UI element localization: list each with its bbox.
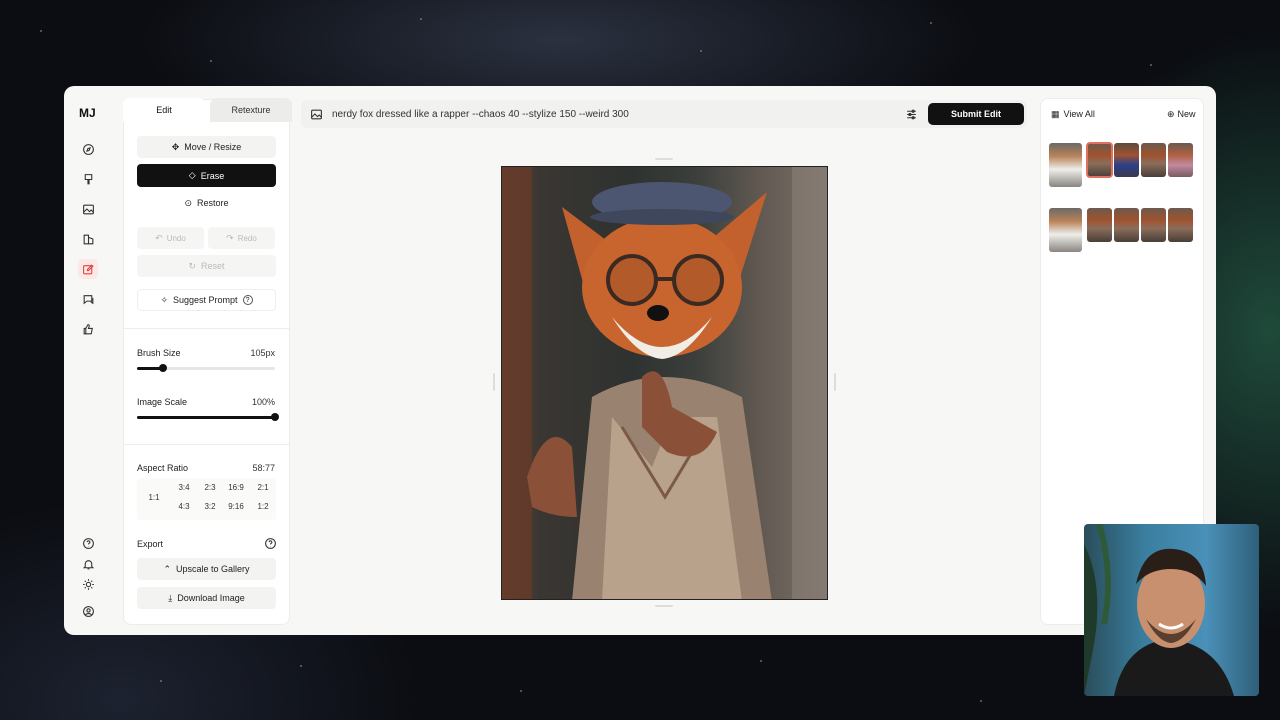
ratio-option[interactable]: 3:2 (200, 502, 220, 511)
resize-handle-bottom[interactable] (655, 605, 673, 607)
image-scale-label: Image Scale (137, 397, 188, 407)
reset-icon: ↻ (188, 260, 197, 271)
undo-label: Undo (166, 233, 186, 243)
prompt-bar: nerdy fox dressed like a rapper --chaos … (301, 100, 1027, 128)
download-button[interactable]: ⤓ Download Image (137, 587, 276, 609)
view-all-label: View All (1063, 109, 1095, 119)
help-icon[interactable]: ? (242, 295, 253, 305)
ratio-option[interactable]: 9:16 (226, 502, 246, 511)
tab-edit[interactable]: Edit (123, 98, 205, 122)
new-button[interactable]: ⊕ New (1167, 109, 1196, 119)
left-rail: MJ (64, 86, 112, 635)
redo-label: Redo (237, 233, 257, 243)
ratio-option[interactable]: 1:1 (144, 493, 164, 502)
ratio-option[interactable]: 1:2 (253, 502, 273, 511)
image-icon[interactable] (78, 199, 98, 219)
ratio-option[interactable]: 2:3 (200, 483, 220, 492)
export-label: Export (137, 539, 164, 549)
grid-icon: ▦ (1051, 108, 1060, 119)
submit-edit-button[interactable]: Submit Edit (928, 103, 1024, 125)
resize-handle-top[interactable] (655, 158, 673, 160)
thumbs-up-icon[interactable] (78, 319, 98, 339)
layers-icon[interactable] (78, 229, 98, 249)
reset-button[interactable]: ↻ Reset (137, 255, 276, 277)
restore-label: Restore (197, 198, 229, 208)
user-icon[interactable] (78, 601, 98, 621)
resize-handle-right[interactable] (834, 373, 836, 391)
fox-image (502, 167, 827, 599)
tab-retexture[interactable]: Retexture (210, 98, 292, 122)
sparkle-icon: ✧ (160, 294, 168, 305)
brush-size-slider[interactable] (137, 364, 275, 372)
edit-canvas[interactable] (501, 166, 828, 600)
compass-icon[interactable] (78, 139, 98, 159)
suggest-prompt-button[interactable]: ✧ Suggest Prompt ? (137, 289, 276, 311)
image-scale-fill (137, 416, 275, 419)
aspect-ratio-value: 58:77 (252, 463, 275, 473)
panel-tabs: Edit Retexture (123, 98, 293, 122)
move-resize-label: Move / Resize (184, 142, 242, 152)
gallery-thumbnail[interactable] (1141, 208, 1166, 242)
undo-button[interactable]: ↶ Undo (137, 227, 204, 249)
editor-window: MJ Edit Retexture ✥ Move / Resize ◇ Eras… (64, 86, 1216, 635)
image-scale-slider[interactable] (137, 413, 279, 421)
erase-label: Erase (200, 170, 225, 181)
settings-sliders-icon[interactable] (904, 107, 918, 121)
gallery-thumbnail[interactable] (1114, 208, 1139, 242)
gallery-thumbnail[interactable] (1141, 143, 1166, 177)
sun-icon[interactable] (78, 574, 98, 594)
redo-button[interactable]: ↷ Redo (208, 227, 275, 249)
upscale-label: Upscale to Gallery (176, 564, 250, 574)
aspect-ratio-label: Aspect Ratio (137, 463, 189, 473)
undo-icon: ↶ (155, 232, 163, 243)
ratio-option[interactable]: 4:3 (174, 502, 194, 511)
image-scale-knob[interactable] (271, 413, 279, 421)
bell-icon[interactable] (78, 554, 98, 574)
move-resize-button[interactable]: ✥ Move / Resize (137, 136, 276, 158)
help-icon[interactable] (78, 533, 98, 553)
gallery-thumbnail[interactable] (1049, 143, 1082, 187)
new-label: New (1177, 109, 1196, 119)
plus-circle-icon: ⊕ (1167, 108, 1175, 119)
export-help-icon[interactable] (263, 536, 277, 550)
view-all-button[interactable]: ▦ View All (1051, 109, 1095, 119)
gallery-thumbnail[interactable] (1168, 208, 1193, 242)
gallery-thumbnail[interactable] (1168, 143, 1193, 177)
reset-label: Reset (201, 261, 225, 271)
prompt-input[interactable]: nerdy fox dressed like a rapper --chaos … (332, 109, 629, 120)
download-icon: ⤓ (168, 592, 173, 603)
app-logo[interactable]: MJ (79, 106, 96, 120)
gallery-thumbnail[interactable] (1049, 208, 1082, 252)
move-icon: ✥ (171, 141, 180, 152)
restore-icon: ⊙ (184, 197, 193, 208)
divider (123, 328, 290, 329)
gallery-thumbnail[interactable] (1114, 143, 1139, 177)
brush-size-label: Brush Size (137, 348, 181, 358)
brush-icon[interactable] (78, 169, 98, 189)
chevrons-up-icon: ⌃ (163, 563, 171, 574)
image-icon (309, 107, 323, 121)
edit-icon[interactable] (78, 259, 98, 279)
chat-icon[interactable] (78, 289, 98, 309)
ratio-option[interactable]: 16:9 (226, 483, 246, 492)
ratio-option[interactable]: 2:1 (253, 483, 273, 492)
restore-button[interactable]: ⊙ Restore (137, 192, 276, 214)
webcam-person (1084, 524, 1234, 696)
image-scale-value: 100% (251, 397, 275, 407)
gallery-thumbnail[interactable] (1087, 208, 1112, 242)
upscale-button[interactable]: ⌃ Upscale to Gallery (137, 558, 276, 580)
download-label: Download Image (177, 593, 245, 603)
redo-icon: ↷ (226, 232, 234, 243)
webcam-overlay (1084, 524, 1259, 696)
suggest-prompt-label: Suggest Prompt (173, 295, 238, 305)
eraser-icon: ◇ (188, 170, 196, 180)
brush-size-value: 105px (250, 348, 275, 358)
gallery-thumbnail[interactable] (1086, 142, 1113, 178)
divider (123, 444, 290, 445)
resize-handle-left[interactable] (493, 373, 495, 391)
ratio-option[interactable]: 3:4 (174, 483, 194, 492)
erase-button[interactable]: ◇ Erase (137, 164, 276, 187)
